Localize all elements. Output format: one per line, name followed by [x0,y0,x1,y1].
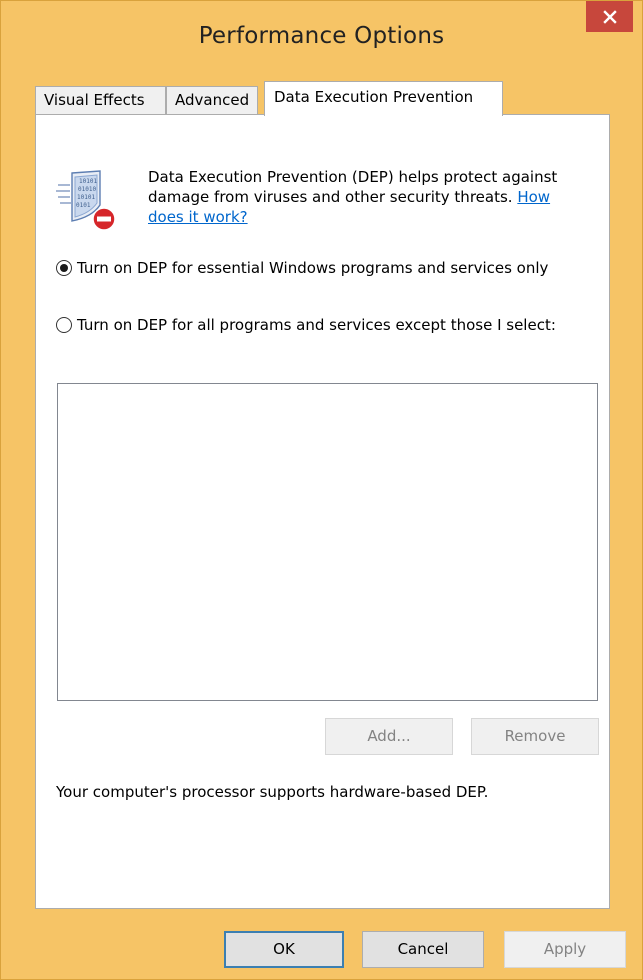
tab-label: Advanced [175,91,250,109]
tab-advanced[interactable]: Advanced [166,86,258,114]
svg-text:10101: 10101 [77,194,95,201]
tab-visual-effects[interactable]: Visual Effects [35,86,166,114]
tab-label: Data Execution Prevention [274,88,474,106]
tab-label: Visual Effects [44,91,145,109]
svg-text:10101: 10101 [79,178,97,185]
radio-label-essential: Turn on DEP for essential Windows progra… [77,259,549,277]
radio-selected[interactable] [56,260,72,276]
dep-option-essential[interactable]: Turn on DEP for essential Windows progra… [56,258,576,298]
remove-button[interactable]: Remove [471,718,599,755]
exception-program-list[interactable] [57,383,598,701]
hardware-dep-status: Your computer's processor supports hardw… [56,783,489,801]
svg-text:01010: 01010 [78,186,96,193]
dep-option-all-programs[interactable]: Turn on DEP for all programs and service… [56,315,576,355]
tab-data-execution-prevention[interactable]: Data Execution Prevention [264,81,503,116]
add-button[interactable]: Add... [325,718,453,755]
dialog-buttons: OK Cancel Apply [1,909,642,979]
dep-description: Data Execution Prevention (DEP) helps pr… [148,167,568,227]
close-icon [602,9,617,24]
cancel-button[interactable]: Cancel [362,931,484,968]
dep-description-text: Data Execution Prevention (DEP) helps pr… [148,168,558,206]
window-title: Performance Options [198,23,445,49]
dep-shield-binary-icon: 10101 01010 10101 0101 [56,170,116,231]
close-button[interactable] [586,1,633,32]
title-bar[interactable]: Performance Options [1,1,642,81]
apply-button[interactable]: Apply [504,931,626,968]
radio-unselected[interactable] [56,317,72,333]
radio-label-all-programs: Turn on DEP for all programs and service… [77,316,556,334]
ok-button[interactable]: OK [224,931,344,968]
svg-text:0101: 0101 [76,202,91,209]
dep-tab-panel: 10101 01010 10101 0101 Data Execution Pr… [35,114,610,909]
performance-options-window: Performance Options Visual Effects Advan… [0,0,643,980]
